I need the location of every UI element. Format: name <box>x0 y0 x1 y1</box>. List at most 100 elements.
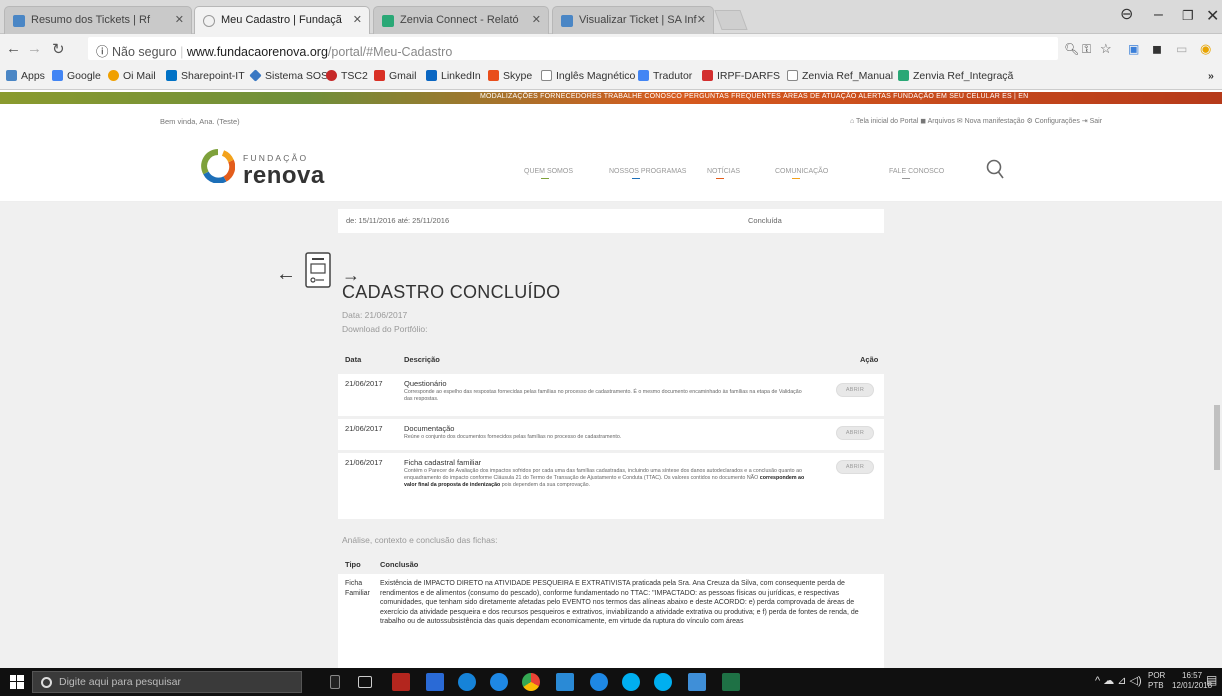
bookmark-item[interactable]: Inglês Magnético <box>541 70 635 82</box>
file-explorer-icon[interactable] <box>688 673 706 691</box>
app-icon[interactable] <box>458 673 476 691</box>
close-icon[interactable]: ✕ <box>353 13 362 26</box>
row-date: 21/06/2017 <box>345 424 383 433</box>
ie-icon[interactable] <box>490 673 508 691</box>
tab-favicon-icon <box>13 15 25 27</box>
close-window-button[interactable]: ✕ <box>1206 6 1219 26</box>
bookmark-item[interactable]: Tradutor <box>638 70 692 82</box>
tab-favicon-icon <box>203 15 215 27</box>
open-button[interactable]: ABRIR <box>836 426 874 440</box>
skype-business-icon[interactable] <box>654 673 672 691</box>
menu-quem-somos[interactable]: QUEM SOMOS <box>524 168 573 175</box>
site-quick-links[interactable]: MODALIZAÇÕES FORNECEDORES TRABALHE CONOS… <box>480 93 1028 100</box>
bookmark-icon <box>166 70 177 81</box>
taskbar-search-input[interactable]: Digite aqui para pesquisar <box>32 671 302 693</box>
bookmark-item[interactable]: Gmail <box>374 70 416 82</box>
bookmark-item[interactable]: Apps <box>6 70 45 82</box>
column-header-type: Tipo <box>345 560 361 569</box>
star-icon[interactable]: ☆ <box>1100 41 1112 57</box>
row-date: 21/06/2017 <box>345 379 383 388</box>
excel-icon[interactable] <box>722 673 740 691</box>
row-date: 21/06/2017 <box>345 458 383 467</box>
bookmarks-bar: Apps Google Oi Mail Sharepoint-IT Sistem… <box>0 64 1222 90</box>
close-icon[interactable]: ✕ <box>175 13 184 26</box>
portfolio-row: 21/06/2017 Documentação Reúne o conjunto… <box>338 419 884 450</box>
notifications-icon[interactable]: ▤ <box>1206 673 1217 687</box>
tray-icons[interactable]: ^ ☁ ⊿ ◁) <box>1095 674 1142 687</box>
menu-underline <box>632 178 640 179</box>
profile-icon[interactable]: ⊖ <box>1120 4 1133 24</box>
maximize-button[interactable]: ❐ <box>1182 8 1194 24</box>
logo-title: renova <box>243 162 325 189</box>
bookmark-item[interactable]: Zenvia Ref_Manual <box>787 70 893 82</box>
column-header-conclusion: Conclusão <box>380 560 419 569</box>
previous-status: Concluída <box>748 216 782 225</box>
bookmark-item[interactable]: Google <box>52 70 101 82</box>
menu-noticias[interactable]: NOTÍCIAS <box>707 168 740 175</box>
extension-icon[interactable]: ▣ <box>1128 42 1139 56</box>
tab-favicon-icon <box>382 15 394 27</box>
tab-label: Resumo dos Tickets | Rf <box>31 14 151 26</box>
bookmark-item[interactable]: Skype <box>488 70 532 82</box>
bookmark-item[interactable]: Zenvia Ref_Integraçã <box>898 70 1013 82</box>
menu-underline <box>541 178 549 179</box>
extension-icon[interactable]: ◉ <box>1200 41 1211 57</box>
page-title: CADASTRO CONCLUÍDO <box>342 282 561 302</box>
forward-icon[interactable]: → <box>27 40 42 57</box>
portfolio-row: 21/06/2017 Ficha cadastral familiar Cont… <box>338 453 884 519</box>
reload-icon[interactable]: ↻ <box>52 40 65 58</box>
outlook-icon[interactable] <box>556 673 574 691</box>
close-icon[interactable]: ✕ <box>697 13 706 26</box>
user-links[interactable]: ⌂ Tela inicial do Portal ◼ Arquivos ✉ No… <box>850 117 1102 125</box>
tab-resumo-tickets[interactable]: Resumo dos Tickets | Rf ✕ <box>4 6 192 34</box>
address-bar[interactable]: ⓘ Não seguro | www.fundacaorenova.org/po… <box>88 37 1058 60</box>
windows-start-icon[interactable] <box>10 675 24 689</box>
menu-nossos-programas[interactable]: NOSSOS PROGRAMAS <box>609 168 686 175</box>
open-button[interactable]: ABRIR <box>836 383 874 397</box>
minimize-button[interactable]: – <box>1154 6 1163 24</box>
document-icon <box>305 252 331 288</box>
task-view-icon[interactable] <box>358 676 372 688</box>
column-header-description: Descrição <box>404 355 440 364</box>
menu-comunicacao[interactable]: COMUNICAÇÃO <box>775 168 828 175</box>
bookmark-item[interactable]: IRPF-DARFS <box>702 70 780 82</box>
tab-zenvia-connect[interactable]: Zenvia Connect - Relató ✕ <box>373 6 549 34</box>
scrollbar-thumb[interactable] <box>1214 405 1220 470</box>
bookmark-item[interactable]: Oi Mail <box>108 70 156 82</box>
column-header-action: Ação <box>860 355 879 364</box>
previous-registration-row: de: 15/11/2016 até: 25/11/2016 Concluída <box>338 209 884 233</box>
tab-label: Visualizar Ticket | SA Inf <box>579 14 697 26</box>
info-icon[interactable]: ⓘ <box>96 45 109 59</box>
edge-icon[interactable] <box>590 673 608 691</box>
download-label: Download do Portfólio: <box>342 324 428 334</box>
chrome-icon[interactable] <box>522 673 540 691</box>
microphone-icon[interactable] <box>330 675 340 689</box>
language-indicator[interactable]: POR PTB <box>1148 671 1165 691</box>
renova-logo-icon[interactable] <box>201 149 235 183</box>
apps-icon <box>6 70 17 81</box>
filezilla-icon[interactable] <box>392 673 410 691</box>
bookmark-item[interactable]: Sistema SOS <box>249 69 328 82</box>
extension-icon[interactable]: ▭ <box>1176 42 1187 56</box>
bookmark-item[interactable]: LinkedIn <box>426 70 481 82</box>
row-title: Documentação <box>404 424 455 433</box>
tab-visualizar-ticket[interactable]: Visualizar Ticket | SA Inf ✕ <box>552 6 714 34</box>
row-description: Reúne o conjunto dos documentos fornecid… <box>404 434 622 440</box>
close-icon[interactable]: ✕ <box>532 13 541 26</box>
skype-icon[interactable] <box>622 673 640 691</box>
search-icon[interactable] <box>985 158 1005 180</box>
menu-underline <box>792 178 800 179</box>
menu-fale-conosco[interactable]: FALE CONOSCO <box>889 168 944 175</box>
tab-meu-cadastro[interactable]: Meu Cadastro | Fundaçã ✕ <box>194 6 370 34</box>
open-button[interactable]: ABRIR <box>836 460 874 474</box>
bookmark-item[interactable]: Sharepoint-IT <box>166 70 245 82</box>
new-tab-button[interactable] <box>714 10 748 30</box>
zoom-icon[interactable]: 🔍︎ <box>1064 42 1079 56</box>
extension-icon[interactable]: ◼ <box>1152 42 1162 56</box>
app-icon[interactable] <box>426 673 444 691</box>
bookmark-icon <box>898 70 909 81</box>
back-icon[interactable]: ← <box>6 40 21 57</box>
bookmarks-overflow-button[interactable]: » <box>1208 70 1214 82</box>
key-icon[interactable]: ⚿ <box>1082 42 1091 57</box>
bookmark-item[interactable]: TSC2 <box>326 70 368 82</box>
